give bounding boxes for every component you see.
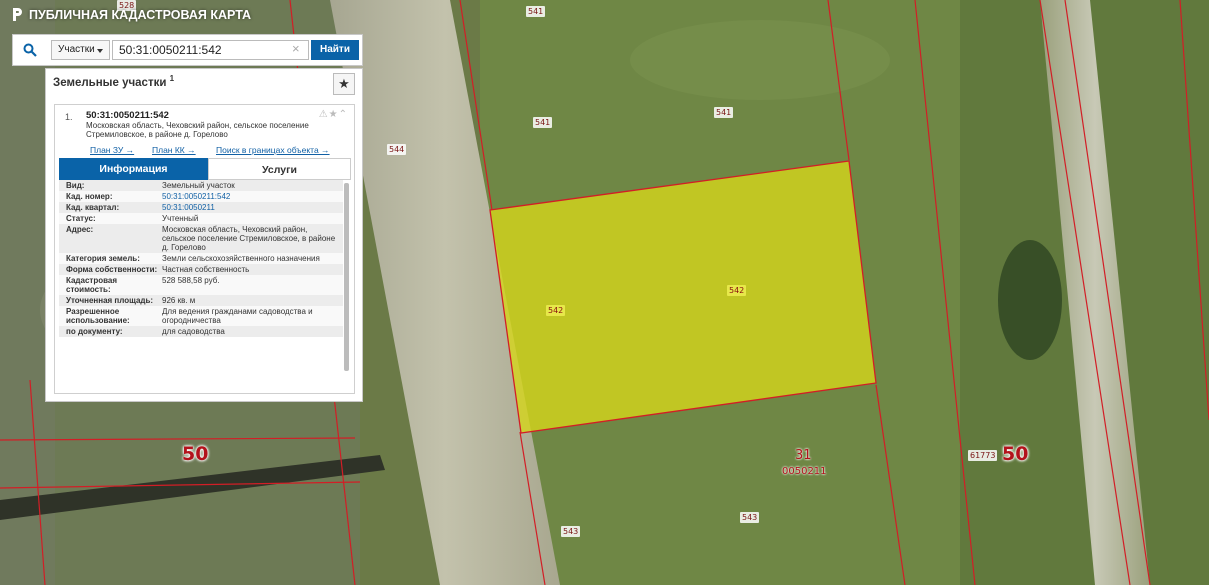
chevron-down-icon [97,49,103,53]
parcel-label-selected: 542 [727,285,747,296]
info-row: Разрешенное использование: Для ведения гр… [59,306,343,326]
info-value: Московская область, Чеховский район, сел… [162,225,336,252]
info-value: 926 кв. м [162,296,196,305]
info-key: Уточненная площадь: [66,296,154,305]
info-row: Вид: Земельный участок [59,180,343,191]
info-key: Кад. квартал: [66,203,120,212]
search-type-label: Участки [58,44,95,55]
favorite-button[interactable]: ★ [333,73,355,95]
search-type-select[interactable]: Участки [51,40,110,60]
result-address: Московская область, Чеховский район, сел… [86,121,309,139]
plan-kk-link[interactable]: План КК → [152,145,196,155]
search-in-bounds-link[interactable]: Поиск в границах объекта → [216,145,330,155]
parcel-label: 544 [387,144,407,155]
info-value-link[interactable]: 50:31:0050211:542 [162,192,343,201]
result-status-icons[interactable]: ⚠★⌃ [319,109,348,120]
tab-services[interactable]: Услуги [208,158,351,180]
info-key: Разрешенное использование: [66,307,130,325]
info-value: Земельный участок [162,181,235,190]
info-key: Статус: [66,214,96,223]
info-value: Учтенный [162,214,199,223]
plan-zu-link[interactable]: План ЗУ → [90,145,134,155]
info-key: Категория земель: [66,254,140,263]
quarter-code: 0050211 [782,466,827,477]
results-heading: Земельные участки 1 [53,74,174,89]
info-key: Кад. номер: [66,192,113,201]
quarter-number: 31 [795,448,812,463]
search-icon[interactable] [23,43,37,57]
info-row: Кад. номер: 50:31:0050211:542 [59,191,343,202]
search-bar: Участки × Найти [12,34,363,66]
results-panel: Земельные участки 1 ★ 1. 50:31:0050211:5… [45,68,363,402]
parcel-label: 543 [740,512,760,523]
parcel-label: 61773 [968,450,998,461]
results-count: 1 [169,74,175,83]
app-title: ПУБЛИЧНАЯ КАДАСТРОВАЯ КАРТА [29,7,252,22]
info-tabs: Информация Услуги [59,158,351,180]
result-index: 1. [65,112,73,122]
parcel-label: 541 [526,6,546,17]
parcel-label-selected: 542 [546,305,566,316]
district-label: 50 [182,443,209,465]
app-logo-icon [13,8,22,21]
info-value: 528 588,58 руб. [162,276,220,285]
info-row: Уточненная площадь: 926 кв. м [59,295,343,306]
parcel-label: 541 [714,107,734,118]
info-key: Кадастровая стоимость: [66,276,118,294]
search-input[interactable] [112,40,309,60]
info-value: Земли сельскохозяйственного назначения [162,254,320,263]
info-value: Частная собственность [162,265,250,274]
info-key: Вид: [66,181,85,190]
info-key: по документу: [66,327,123,336]
info-row: Кад. квартал: 50:31:0050211 [59,202,343,213]
tab-information[interactable]: Информация [59,158,208,180]
info-key: Форма собственности: [66,265,158,274]
info-row: Статус: Учтенный [59,213,343,224]
parcel-label: 541 [533,117,553,128]
search-button[interactable]: Найти [311,40,359,60]
info-scrollbar[interactable] [344,183,349,371]
info-row: по документу: для садоводства [59,326,343,337]
info-row: Кадастровая стоимость: 528 588,58 руб. [59,275,343,295]
parcel-label: 543 [561,526,581,537]
result-card[interactable]: 1. 50:31:0050211:542 ⚠★⌃ Московская обла… [54,104,355,394]
clear-icon[interactable]: × [292,41,300,56]
info-value: Для ведения гражданами садоводства и ого… [162,307,313,325]
info-key: Адрес: [66,225,94,234]
search-panel: Участки × Найти Земельные участки 1 ★ 1.… [12,34,363,402]
result-cadastral-number[interactable]: 50:31:0050211:542 [86,110,169,121]
results-heading-text: Земельные участки [53,76,167,89]
info-row: Категория земель: Земли сельскохозяйствен… [59,253,343,264]
app-header[interactable]: ПУБЛИЧНАЯ КАДАСТРОВАЯ КАРТА [11,7,251,22]
info-row: Форма собственности: Частная собственност… [59,264,343,275]
info-table: Вид: Земельный участок Кад. номер: 50:31:0… [59,180,343,337]
info-row: Адрес: Московская область, Чеховский райо… [59,224,343,253]
info-value-link[interactable]: 50:31:0050211 [162,203,343,212]
info-value: для садоводства [162,327,225,336]
district-label: 50 [1002,443,1029,465]
